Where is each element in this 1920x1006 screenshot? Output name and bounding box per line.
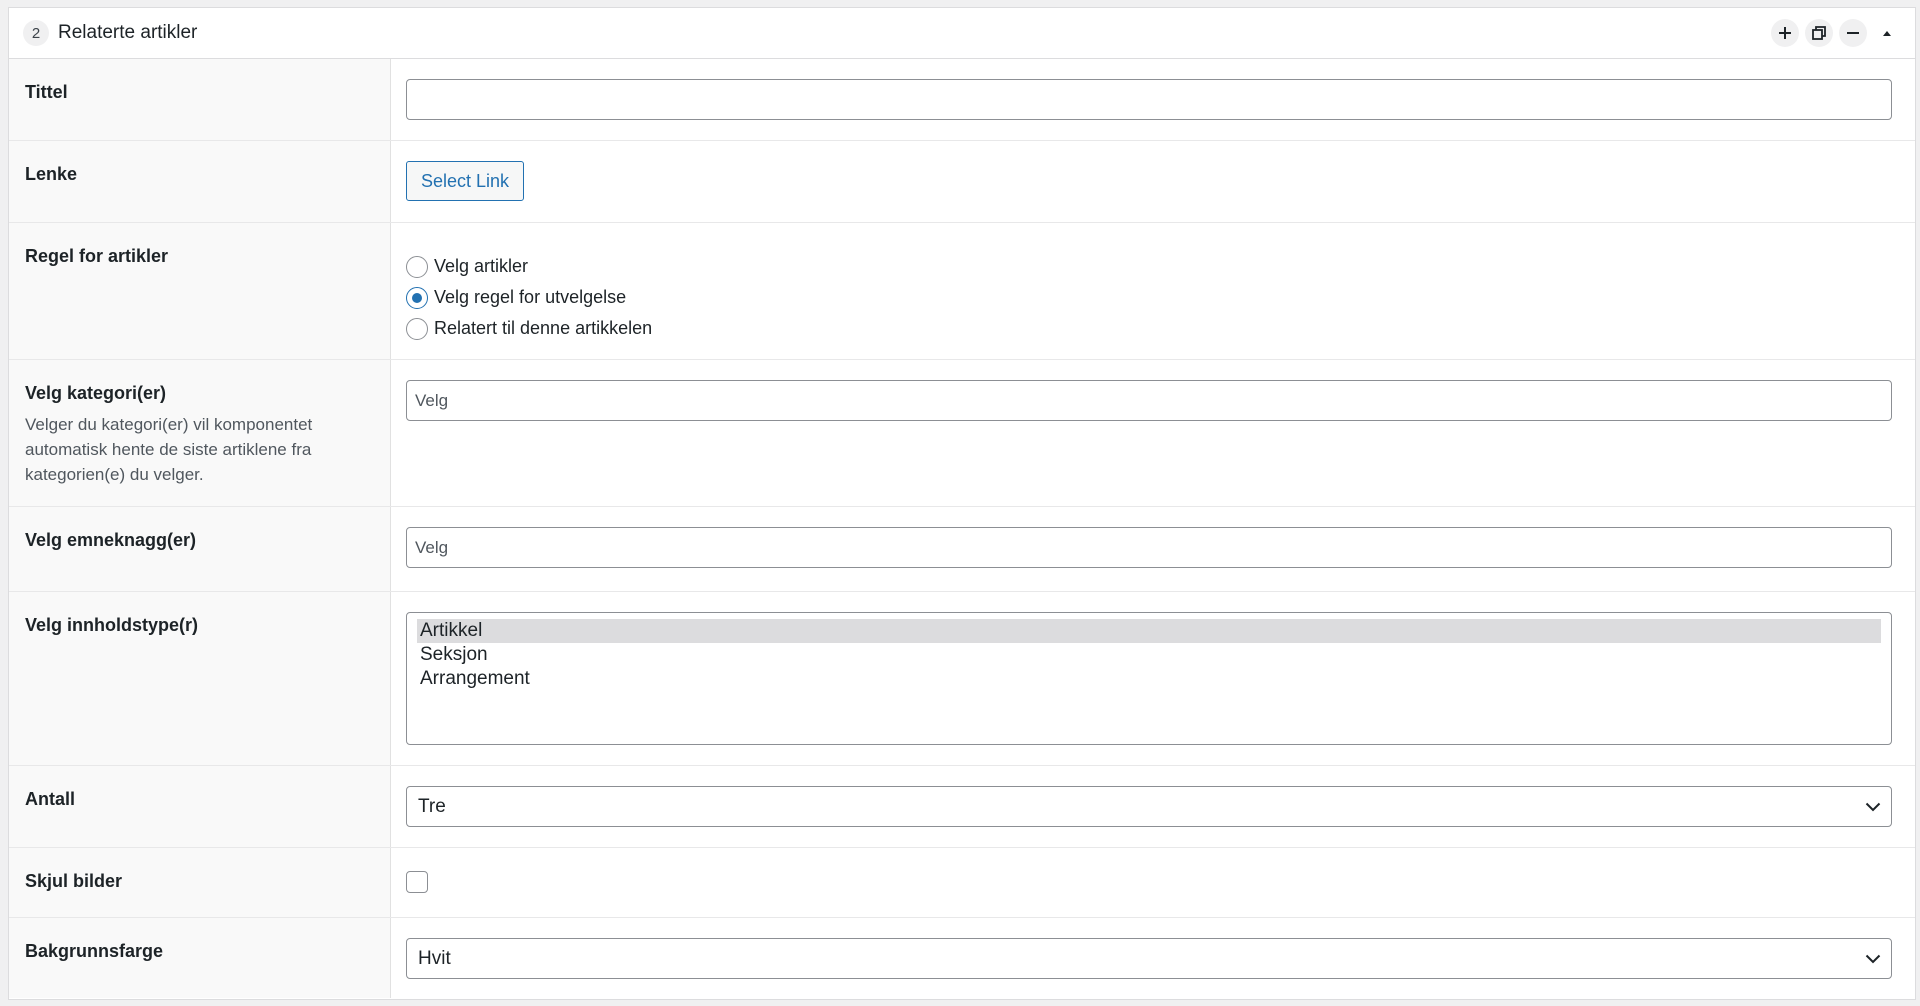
field-row-antall: Antall Tre	[9, 766, 1915, 848]
field-label-skjul: Skjul bilder	[25, 871, 123, 891]
related-articles-panel: 2 Relaterte artikler Tittel Lenke Select…	[8, 7, 1916, 1000]
field-row-skjul: Skjul bilder	[9, 848, 1915, 918]
add-button[interactable]	[1771, 19, 1799, 47]
field-label-kategori: Velg kategori(er)	[25, 383, 167, 403]
field-label-innholdstype: Velg innholdstype(r)	[25, 615, 199, 635]
label-cell: Velg emneknagg(er)	[9, 507, 391, 591]
label-cell: Regel for artikler	[9, 223, 391, 359]
radio-button[interactable]	[406, 317, 428, 340]
radio-label: Relatert til denne artikkelen	[434, 318, 653, 338]
collapse-icon	[1883, 31, 1891, 36]
field-cell: Tre	[391, 766, 1915, 847]
panel-title: Relaterte artikler	[58, 22, 198, 43]
duplicate-icon	[1812, 26, 1826, 40]
radio-option-relatert[interactable]: Relatert til denne artikkelen	[406, 313, 1892, 344]
field-row-bakgrunn: Bakgrunnsfarge Hvit	[9, 918, 1915, 998]
order-badge: 2	[23, 20, 49, 46]
panel-header: 2 Relaterte artikler	[9, 8, 1915, 59]
title-input[interactable]	[406, 79, 1892, 120]
listbox-option[interactable]: Seksjon	[417, 643, 1881, 667]
category-select-input[interactable]: Velg	[406, 380, 1892, 421]
label-cell: Bakgrunnsfarge	[9, 918, 391, 998]
label-cell: Antall	[9, 766, 391, 847]
chevron-down-icon	[1865, 954, 1881, 963]
field-cell: Velg	[391, 507, 1915, 591]
hide-images-checkbox[interactable]	[406, 871, 428, 893]
field-row-innholdstype: Velg innholdstype(r) Artikkel Seksjon Ar…	[9, 592, 1915, 766]
label-cell: Lenke	[9, 141, 391, 222]
select-value: Tre	[418, 795, 446, 817]
field-cell: Artikkel Seksjon Arrangement	[391, 592, 1915, 765]
plus-icon	[1779, 27, 1791, 39]
field-row-lenke: Lenke Select Link	[9, 141, 1915, 223]
field-row-regel: Regel for artikler Velg artikler Velg re…	[9, 223, 1915, 360]
count-select[interactable]: Tre	[406, 786, 1892, 827]
field-description-kategori: Velger du kategori(er) vil komponentet a…	[25, 415, 313, 484]
field-cell: Select Link	[391, 141, 1915, 222]
field-cell	[391, 848, 1915, 917]
listbox-option-selected[interactable]: Artikkel	[417, 619, 1881, 643]
field-label-emneknagg: Velg emneknagg(er)	[25, 530, 197, 550]
radio-button[interactable]	[406, 255, 428, 278]
chevron-down-icon	[1865, 802, 1881, 811]
field-label-regel: Regel for artikler	[25, 246, 169, 266]
field-row-kategori: Velg kategori(er) Velger du kategori(er)…	[9, 360, 1915, 507]
select-link-button[interactable]: Select Link	[406, 161, 525, 201]
label-cell: Velg innholdstype(r)	[9, 592, 391, 765]
radio-option-velg-regel[interactable]: Velg regel for utvelgelse	[406, 282, 1892, 313]
tag-select-input[interactable]: Velg	[406, 527, 1892, 568]
field-row-emneknagg: Velg emneknagg(er) Velg	[9, 507, 1915, 592]
field-label-lenke: Lenke	[25, 164, 78, 184]
field-cell: Velg artikler Velg regel for utvelgelse …	[391, 223, 1915, 359]
field-cell: Velg	[391, 360, 1915, 506]
radio-label: Velg regel for utvelgelse	[434, 287, 627, 307]
listbox-option[interactable]: Arrangement	[417, 667, 1881, 691]
background-color-select[interactable]: Hvit	[406, 938, 1892, 979]
radio-label: Velg artikler	[434, 256, 529, 276]
label-cell: Tittel	[9, 59, 391, 140]
label-cell: Skjul bilder	[9, 848, 391, 917]
header-actions	[1771, 19, 1901, 47]
field-label-antall: Antall	[25, 789, 76, 809]
field-cell	[391, 59, 1915, 140]
minus-icon	[1847, 32, 1859, 34]
radio-option-velg-artikler[interactable]: Velg artikler	[406, 251, 1892, 282]
remove-button[interactable]	[1839, 19, 1867, 47]
select-value: Hvit	[418, 947, 451, 969]
field-label-bakgrunn: Bakgrunnsfarge	[25, 941, 164, 961]
rule-radio-group: Velg artikler Velg regel for utvelgelse …	[406, 243, 1892, 344]
field-cell: Hvit	[391, 918, 1915, 998]
content-type-listbox[interactable]: Artikkel Seksjon Arrangement	[406, 612, 1892, 745]
collapse-button[interactable]	[1873, 19, 1901, 47]
field-row-tittel: Tittel	[9, 59, 1915, 141]
duplicate-button[interactable]	[1805, 19, 1833, 47]
radio-button-checked[interactable]	[406, 286, 428, 309]
field-label-tittel: Tittel	[25, 82, 68, 102]
label-cell: Velg kategori(er) Velger du kategori(er)…	[9, 360, 391, 506]
